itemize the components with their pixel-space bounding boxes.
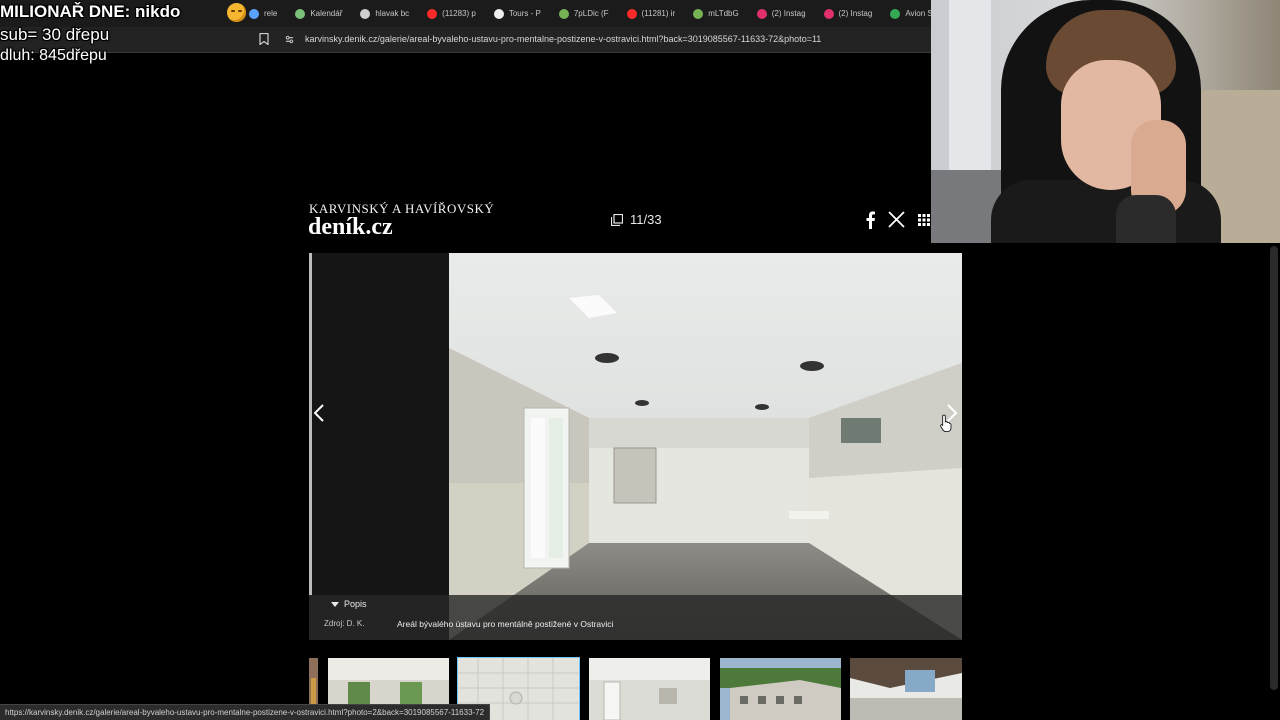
tab-label: rele — [264, 9, 278, 18]
tab-favicon-icon — [295, 8, 306, 19]
tab-label: hlavak bc — [375, 9, 410, 18]
site-info-icon[interactable] — [285, 35, 294, 44]
browser-tab[interactable]: (11283) p — [418, 0, 485, 27]
tab-favicon-icon — [890, 8, 901, 19]
browser-tab[interactable]: (11281) ir — [618, 0, 685, 27]
thumbnail-4[interactable] — [720, 658, 841, 720]
tab-favicon-icon — [693, 8, 704, 19]
tab-favicon-icon — [427, 8, 438, 19]
tab-label: 7pLDic (F — [573, 9, 609, 18]
tab-label: Avion Sh — [905, 9, 931, 18]
gallery-icon — [611, 213, 623, 226]
counter-text: 11/33 — [630, 212, 662, 227]
tab-favicon-icon — [249, 8, 259, 19]
tab-label: (11281) ir — [641, 9, 676, 18]
tab-label: (2) Instag — [771, 9, 806, 18]
hand-cursor-icon — [940, 414, 952, 432]
tab-favicon-icon — [626, 8, 637, 19]
tab-label: Tours - P — [508, 9, 541, 18]
tab-favicon-icon — [360, 8, 371, 19]
main-photo[interactable] — [449, 253, 962, 640]
bookmark-icon[interactable] — [259, 33, 269, 45]
browser-tab[interactable]: (2) Instag — [815, 0, 882, 27]
description-label: Popis — [344, 599, 367, 609]
page-scrollbar[interactable] — [1270, 246, 1278, 690]
photo-source: Zdroj: D. K. — [324, 619, 365, 628]
browser-tab[interactable]: hlavak bc — [351, 0, 418, 27]
grid-icon[interactable] — [918, 214, 930, 226]
pensive-emoji-icon — [227, 3, 246, 22]
browser-tab[interactable]: Avion Sh — [881, 0, 931, 27]
overlay-sub-text: sub= 30 dřepu — [0, 25, 110, 44]
photo-caption: Areál bývalého ústavu pro mentálně posti… — [397, 619, 614, 629]
browser-tab[interactable]: rele — [240, 0, 286, 27]
description-toggle[interactable]: Popis — [331, 599, 367, 609]
browser-tab[interactable]: mLTdbG — [684, 0, 748, 27]
overlay-millionaire-text: MILIONAŘ DNE: nikdo — [0, 2, 181, 21]
browser-tab[interactable]: Kalendář — [286, 0, 351, 27]
thumbnail-3[interactable] — [589, 658, 710, 720]
browser-tab[interactable]: 7pLDic (F — [550, 0, 618, 27]
caption-panel — [309, 595, 962, 640]
brand-logo[interactable]: deník.cz — [308, 214, 393, 241]
divider — [0, 52, 931, 53]
tab-label: Kalendář — [310, 9, 343, 18]
facebook-icon[interactable] — [864, 211, 876, 229]
browser-tab[interactable]: (2) Instag — [748, 0, 815, 27]
link-status-bar: https://karvinsky.denik.cz/galerie/areal… — [0, 704, 491, 720]
webcam-feed — [931, 0, 1280, 243]
tab-label: mLTdbG — [708, 9, 739, 18]
tab-favicon-icon — [823, 8, 834, 19]
photo-counter: 11/33 — [611, 212, 662, 227]
overlay-debt-text: dluh: 845dřepu — [0, 47, 107, 64]
tab-favicon-icon — [558, 8, 569, 19]
tab-favicon-icon — [493, 8, 504, 19]
tab-label: (11283) p — [442, 9, 476, 18]
chevron-left-icon[interactable] — [309, 398, 331, 428]
tab-favicon-icon — [756, 8, 767, 19]
url-text[interactable]: karvinsky.denik.cz/galerie/areal-byvaleh… — [305, 34, 821, 44]
caret-down-icon — [331, 601, 339, 607]
browser-tab[interactable]: Tours - P — [485, 0, 550, 27]
x-share-icon[interactable] — [888, 211, 905, 228]
thumbnail-5[interactable] — [850, 658, 962, 720]
tab-label: (2) Instag — [838, 9, 873, 18]
